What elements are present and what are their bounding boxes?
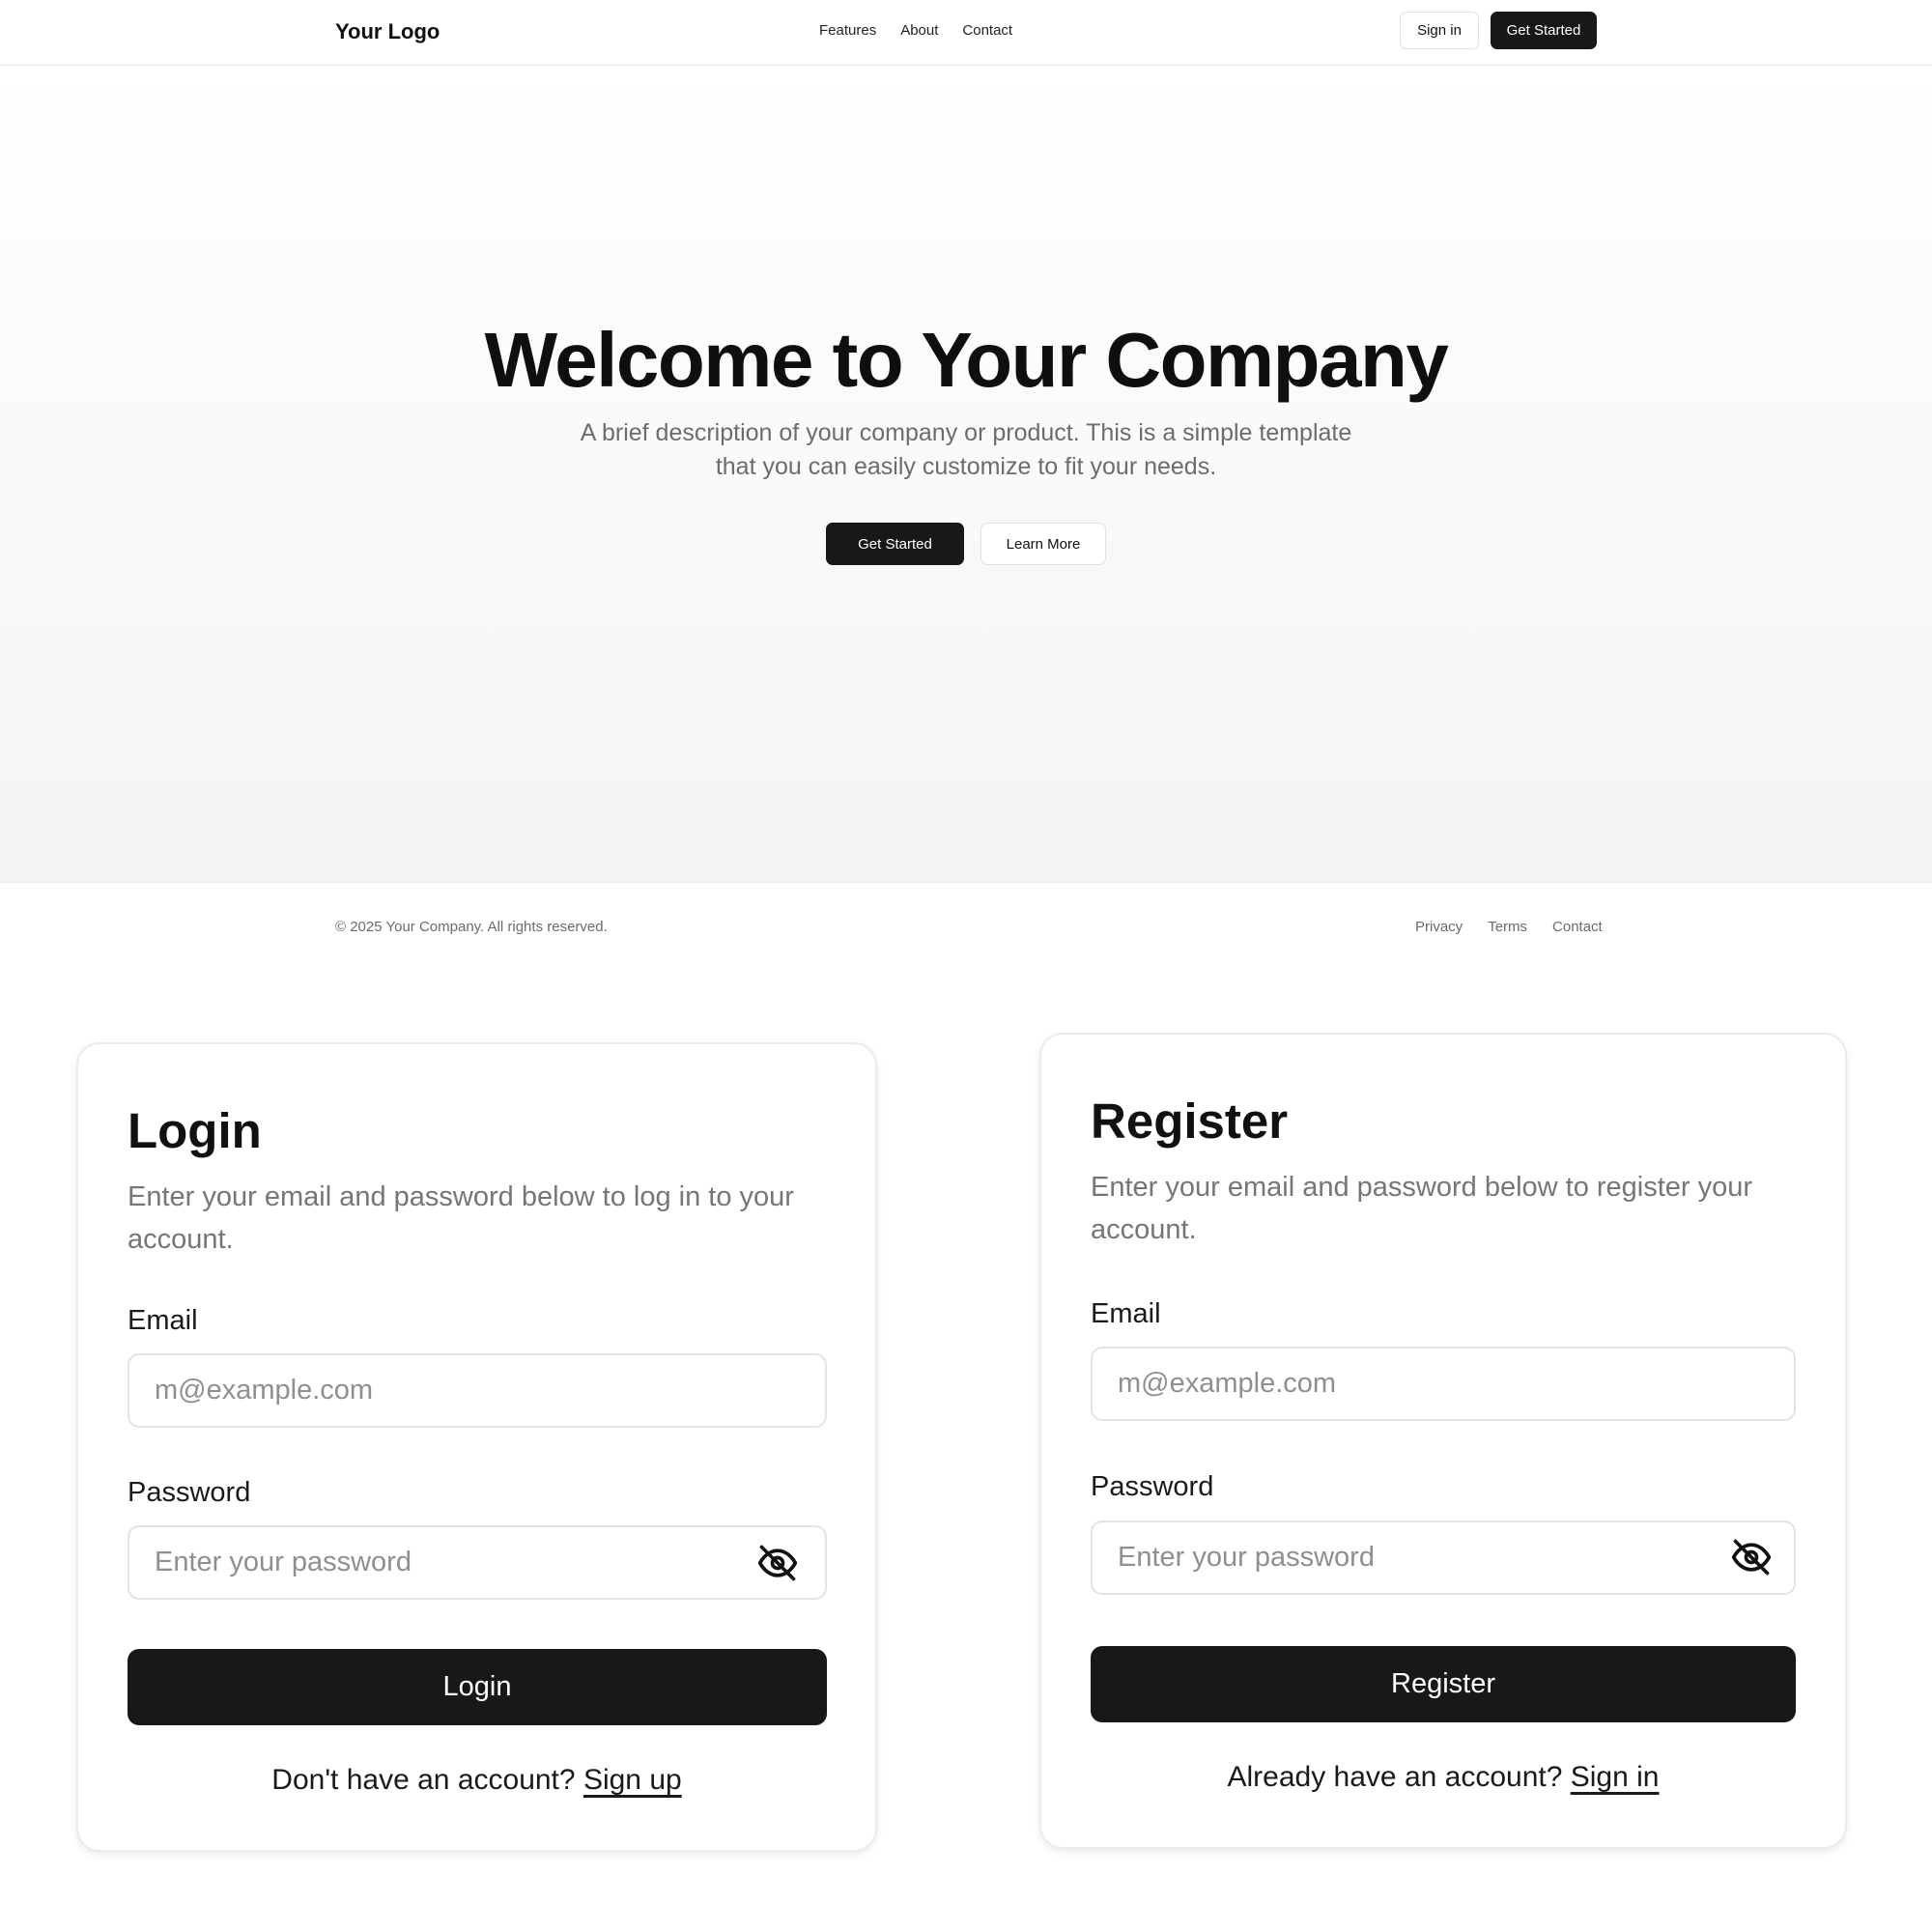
nav-signin-button[interactable]: Sign in [1400, 12, 1479, 49]
hero-description: A brief description of your company or p… [580, 419, 1352, 480]
register-email-label: Email [1091, 1298, 1161, 1329]
nav-links: Features About Contact [819, 22, 1012, 39]
hero-buttons: Get Started Learn More [826, 523, 1106, 565]
register-title: Register [1091, 1094, 1289, 1149]
register-card: Register Enter your email and password b… [1039, 1033, 1847, 1849]
register-email-input[interactable] [1091, 1347, 1796, 1421]
login-password-label: Password [128, 1477, 251, 1508]
register-switch-line: Already have an account? Sign in [1041, 1761, 1845, 1794]
login-switch-text: Don't have an account? [271, 1764, 576, 1796]
login-title: Login [128, 1103, 262, 1158]
footer-link-privacy[interactable]: Privacy [1415, 919, 1463, 935]
login-email-input[interactable] [128, 1353, 827, 1428]
nav-link-contact[interactable]: Contact [962, 22, 1012, 39]
login-email-label: Email [128, 1305, 198, 1336]
nav-link-features[interactable]: Features [819, 22, 876, 39]
nav-link-about[interactable]: About [900, 22, 938, 39]
eye-off-icon[interactable] [752, 1537, 804, 1589]
login-submit-button[interactable]: Login [128, 1649, 827, 1725]
footer-link-terms[interactable]: Terms [1488, 919, 1527, 935]
register-password-input[interactable] [1091, 1520, 1796, 1595]
sign-in-link[interactable]: Sign in [1571, 1761, 1660, 1793]
hero-get-started-button[interactable]: Get Started [826, 523, 964, 565]
register-description: Enter your email and password below to r… [1091, 1172, 1753, 1245]
sign-up-link[interactable]: Sign up [583, 1764, 682, 1796]
logo[interactable]: Your Logo [335, 19, 440, 44]
login-description: Enter your email and password below to l… [128, 1181, 794, 1255]
hero-section: Welcome to Your Company A brief descript… [0, 67, 1932, 883]
register-password-label: Password [1091, 1471, 1214, 1502]
register-submit-button[interactable]: Register [1091, 1646, 1796, 1722]
login-switch-line: Don't have an account? Sign up [78, 1764, 875, 1797]
login-password-input[interactable] [128, 1525, 827, 1600]
footer: © 2025 Your Company. All rights reserved… [0, 884, 1932, 971]
login-card: Login Enter your email and password belo… [76, 1042, 877, 1852]
footer-copyright: © 2025 Your Company. All rights reserved… [335, 919, 608, 935]
footer-link-contact[interactable]: Contact [1552, 919, 1603, 935]
top-navbar: Your Logo Features About Contact Sign in… [0, 0, 1932, 66]
hero-learn-more-button[interactable]: Learn More [980, 523, 1106, 565]
footer-links: Privacy Terms Contact [1415, 919, 1603, 935]
eye-off-icon[interactable] [1725, 1531, 1777, 1583]
hero-title: Welcome to Your Company [484, 317, 1449, 403]
register-switch-text: Already have an account? [1227, 1761, 1563, 1793]
nav-get-started-button[interactable]: Get Started [1491, 12, 1597, 49]
